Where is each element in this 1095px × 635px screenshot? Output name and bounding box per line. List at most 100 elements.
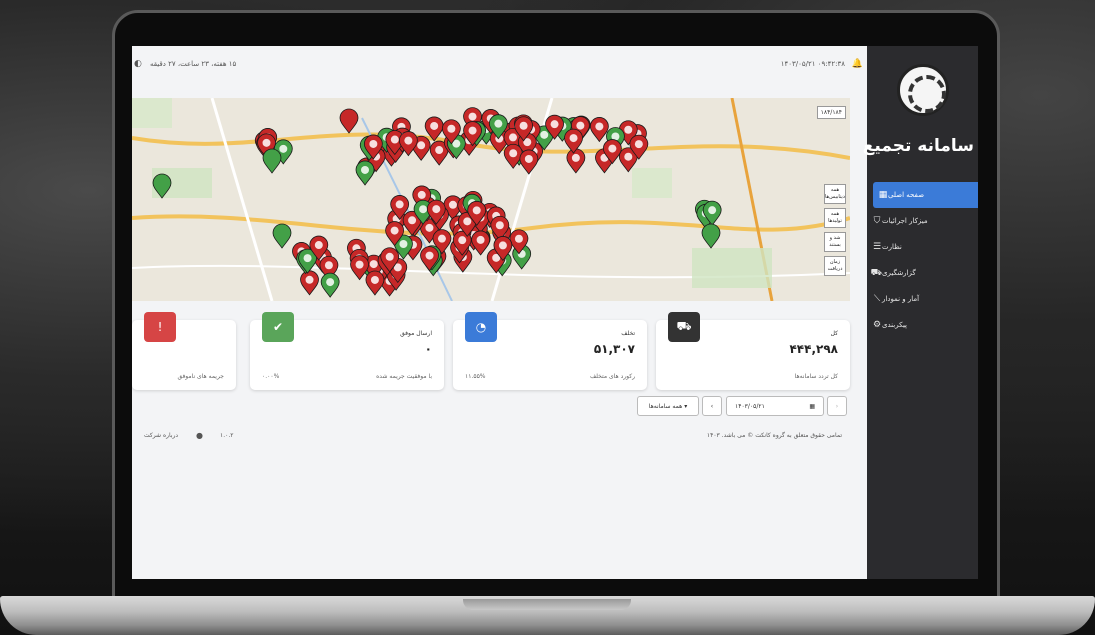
list-icon: ☰ bbox=[872, 242, 882, 252]
map-marker-dot bbox=[417, 190, 426, 199]
map-marker-dot bbox=[495, 221, 504, 230]
map-marker-dot bbox=[472, 206, 481, 215]
stat-value: ۰ bbox=[424, 342, 432, 356]
sidebar-item-label: پیکربندی bbox=[882, 321, 908, 329]
app-screen: سامانه تجمیع ▦ صفحه اصلی ⛉ میزکار اجرائیات ☰… bbox=[132, 46, 978, 579]
stat-value: ۵۱,۳۰۷ bbox=[593, 342, 635, 356]
footer: تمامی حقوق متعلق به گروه کانکت © می باشد… bbox=[132, 431, 850, 444]
map-marker-dot bbox=[425, 251, 434, 260]
stat-subtitle: جریمه های ناموفق bbox=[177, 373, 224, 380]
map-filter-button[interactable]: همه دیتابیس‌ها bbox=[824, 184, 846, 204]
car-icon: ⛟ bbox=[870, 267, 882, 278]
laptop-notch bbox=[463, 599, 631, 610]
grid-icon: ▦ bbox=[878, 190, 888, 200]
map-marker-dot bbox=[708, 206, 717, 215]
stat-percent: ۱۱.۵۵% bbox=[465, 373, 486, 380]
menu-toggle-icon[interactable]: ◐ bbox=[134, 59, 142, 69]
sidebar-item-label: صفحه اصلی bbox=[888, 191, 925, 199]
bell-icon[interactable]: 🔔 bbox=[852, 59, 863, 69]
speedometer-icon: ◔ bbox=[465, 312, 497, 342]
vehicle-counter: ۱۸۴/۱۸۴ bbox=[816, 106, 846, 119]
stat-label: تخلف bbox=[621, 330, 635, 337]
sidebar-item-4[interactable]: ⟋ آمار و نمودار bbox=[867, 286, 978, 312]
map-marker-dot bbox=[571, 153, 580, 162]
prev-date-button[interactable]: ‹ bbox=[702, 396, 722, 416]
map-marker-dot bbox=[514, 234, 523, 243]
map-marker-dot bbox=[324, 261, 333, 270]
map-marker-dot bbox=[369, 139, 378, 148]
map-marker-dot bbox=[508, 133, 517, 142]
map-marker-dot bbox=[540, 130, 549, 139]
map-marker-dot bbox=[390, 135, 399, 144]
map-marker-dot bbox=[370, 275, 379, 284]
top-bar: 🔔 ۱۴۰۳/۰۵/۲۱ ۰۹:۴۲:۳۸ ◐ ۱۵ هفته، ۲۳ ساعت… bbox=[132, 59, 867, 78]
map-marker-dot bbox=[608, 144, 617, 153]
map-marker-dot bbox=[458, 236, 467, 245]
stat-label: کل bbox=[830, 330, 838, 337]
stat-label: ارسال موفق bbox=[400, 330, 432, 337]
map-filter-buttons: همه دیتابیس‌ها همه تولیدها شد و بستند زمان … bbox=[824, 184, 846, 280]
stat-card: ⛟ کل ۴۴۴,۲۹۸ کل تردد سامانه‌ها bbox=[656, 312, 850, 390]
sidebar-item-5[interactable]: ⚙ پیکربندی bbox=[867, 312, 978, 338]
systems-select-value: همه سامانه‌ها bbox=[648, 402, 683, 410]
version-text: ۱.۰.۲ bbox=[220, 432, 234, 439]
alert-icon: ! bbox=[144, 312, 176, 342]
map-marker-dot bbox=[326, 278, 335, 287]
map-marker-dot bbox=[624, 152, 633, 161]
chevron-down-icon: ▾ bbox=[684, 402, 688, 410]
sidebar-item-label: آمار و نمودار bbox=[882, 295, 920, 303]
map-marker-dot bbox=[419, 205, 428, 214]
copyright-text: تمامی حقوق متعلق به گروه کانکت © می باشد… bbox=[706, 432, 842, 439]
calendar-icon: ▦ bbox=[809, 402, 815, 410]
map-marker-dot bbox=[408, 216, 417, 225]
next-date-button[interactable]: › bbox=[827, 396, 847, 416]
university-logo bbox=[897, 64, 949, 116]
gear-icon: ⚙ bbox=[872, 320, 882, 330]
map-marker-dot bbox=[509, 149, 518, 158]
stat-subtitle: کل تردد سامانه‌ها bbox=[794, 373, 838, 380]
map-marker-dot bbox=[432, 205, 441, 214]
stat-percent: ۰.۰۰% bbox=[262, 373, 280, 380]
shield-icon: ⛉ bbox=[873, 216, 881, 226]
map-marker-dot bbox=[476, 235, 485, 244]
map-view[interactable]: ۱۸۴/۱۸۴ همه دیتابیس‌ها همه تولیدها شد و بس… bbox=[132, 98, 850, 301]
app-title: سامانه تجمیع bbox=[862, 136, 974, 156]
sidebar-item-label: گزارشگیری bbox=[882, 269, 916, 277]
sidebar-item-1[interactable]: ⛉ میزکار اجرائیات bbox=[867, 208, 978, 234]
uptime: ۱۵ هفته، ۲۳ ساعت، ۲۷ دقیقه bbox=[150, 60, 237, 68]
map-marker-dot bbox=[498, 241, 507, 250]
github-icon[interactable]: ● bbox=[196, 431, 203, 440]
map-marker-dot bbox=[279, 144, 288, 153]
map-filter-button[interactable]: شد و بستند bbox=[824, 232, 846, 252]
sidebar-item-3[interactable]: ⛟ گزارشگیری bbox=[867, 260, 978, 286]
sidebar-nav: ▦ صفحه اصلی ⛉ میزکار اجرائیات ☰ نظارت ⛟ گزارشگی… bbox=[867, 182, 978, 338]
stat-card: ◔ تخلف ۵۱,۳۰۷ رکورد های متخلف ۱۱.۵۵% bbox=[453, 312, 647, 390]
map-marker-dot bbox=[314, 241, 323, 250]
sidebar-item-2[interactable]: ☰ نظارت bbox=[867, 234, 978, 260]
date-picker[interactable]: ۱۴۰۳/۰۵/۲۱ ▦ bbox=[726, 396, 824, 416]
stat-card: ✔ ارسال موفق ۰ با موفقیت جریمه شده ۰.۰۰% bbox=[250, 312, 444, 390]
sidebar-item-0[interactable]: ▦ صفحه اصلی bbox=[873, 182, 978, 208]
chart-icon: ⟋ bbox=[873, 294, 881, 304]
map-marker-dot bbox=[624, 125, 633, 134]
map-filter-button[interactable]: همه تولیدها bbox=[824, 208, 846, 228]
stat-card: ! جریمه های ناموفق bbox=[132, 312, 236, 390]
map-marker-dot bbox=[550, 120, 559, 129]
map-filter-button[interactable]: زمان دریافت bbox=[824, 256, 846, 276]
map-marker-dot bbox=[430, 121, 439, 130]
map-marker-dot bbox=[494, 119, 503, 128]
systems-select[interactable]: همه سامانه‌ها ▾ bbox=[637, 396, 699, 416]
date-value: ۱۴۰۳/۰۵/۲۱ bbox=[735, 402, 765, 410]
sidebar-item-label: نظارت bbox=[882, 243, 902, 251]
map-marker-dot bbox=[634, 140, 643, 149]
map-marker-dot bbox=[524, 154, 533, 163]
map-marker-dot bbox=[385, 252, 394, 261]
stat-value: ۴۴۴,۲۹۸ bbox=[789, 342, 838, 356]
stat-subtitle: رکورد های متخلف bbox=[589, 373, 635, 380]
about-link[interactable]: درباره شرکت bbox=[144, 432, 178, 439]
map-marker-dot bbox=[595, 122, 604, 131]
map-marker-dot bbox=[468, 126, 477, 135]
map-marker-dot bbox=[404, 136, 413, 145]
shield-check-icon: ✔ bbox=[262, 312, 294, 342]
map-marker-dot bbox=[399, 239, 408, 248]
